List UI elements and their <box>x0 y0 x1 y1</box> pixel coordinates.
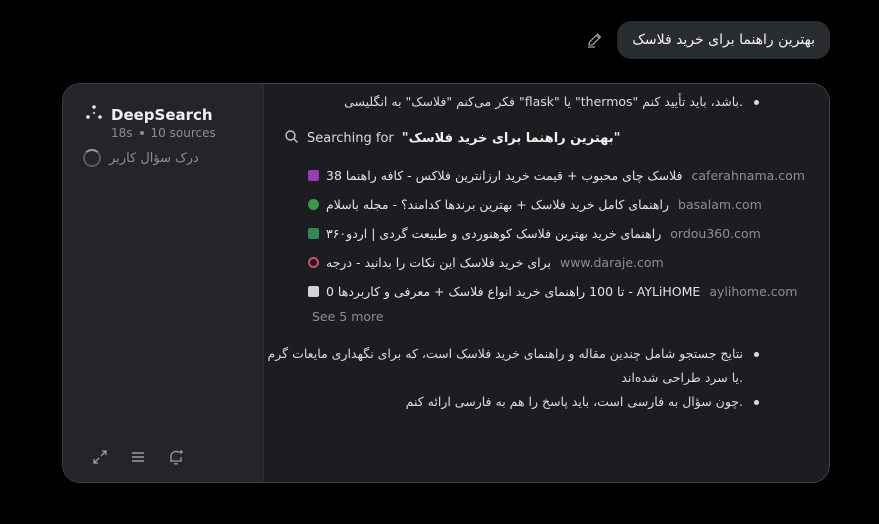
site-favicon-icon <box>308 199 319 210</box>
thinking-bullet-1: .باشد، باید تأیید کنم "thermos" یا "flas… <box>344 90 759 114</box>
expand-icon[interactable] <box>91 448 109 466</box>
user-message-bubble: بهترین راهنما برای خرید فلاسک <box>617 21 830 59</box>
result-domain: ordou360.com <box>670 226 761 241</box>
sidebar-actions <box>91 448 185 466</box>
status-text: درک سؤال کاربر <box>109 150 199 166</box>
status-row: درک سؤال کاربر <box>83 149 199 167</box>
result-title: AYLiHOME - تا 100 راهنمای خرید انواع فلا… <box>326 284 701 299</box>
site-favicon-icon <box>308 228 319 239</box>
deepsearch-content: .باشد، باید تأیید کنم "thermos" یا "flas… <box>264 84 829 482</box>
deepsearch-header: DeepSearch <box>85 104 213 126</box>
thinking-bullet-2: نتایج جستجو شامل چندین مقاله و راهنمای خ… <box>268 342 760 366</box>
search-prefix: Searching for <box>307 131 394 146</box>
search-result[interactable]: AYLiHOME - تا 100 راهنمای خرید انواع فلا… <box>308 277 805 306</box>
result-domain: www.daraje.com <box>559 255 664 270</box>
result-title: راهنمای کامل خرید فلاسک + بهترین برندها … <box>326 197 670 212</box>
list-icon[interactable] <box>129 448 147 466</box>
pencil-icon[interactable] <box>585 30 605 50</box>
site-favicon-icon <box>308 257 319 268</box>
meta-separator <box>139 131 144 135</box>
search-query: "بهترین راهنما برای خرید فلاسک" <box>401 131 621 146</box>
elapsed-time: 18s <box>111 126 133 140</box>
result-title: فلاسک چای محبوب + قیمت خرید ارزانترین فل… <box>326 168 683 183</box>
thinking-bullet-2-cont: .یا سرد طراحی شده‌اند <box>621 370 743 385</box>
deepsearch-dots-icon <box>85 104 103 126</box>
result-domain: caferahnama.com <box>691 168 805 183</box>
source-count: 10 sources <box>150 126 216 140</box>
search-icon <box>284 129 299 148</box>
deepsearch-sidebar: DeepSearch 18s 10 sources درک سؤال کاربر <box>63 84 264 482</box>
search-result[interactable]: فلاسک چای محبوب + قیمت خرید ارزانترین فل… <box>308 161 805 190</box>
loading-spinner-icon <box>83 149 101 167</box>
search-result[interactable]: راهنمای کامل خرید فلاسک + بهترین برندها … <box>308 190 805 219</box>
see-more-link[interactable]: See 5 more <box>312 309 384 324</box>
deepsearch-title: DeepSearch <box>111 106 213 124</box>
user-message-row: بهترین راهنما برای خرید فلاسک <box>585 21 830 59</box>
bell-add-icon[interactable] <box>167 448 185 466</box>
search-line: Searching for "بهترین راهنما برای خرید ف… <box>284 129 620 148</box>
thinking-bullet-3: .چون سؤال به فارسی است، باید پاسخ را هم … <box>406 390 760 414</box>
search-results: فلاسک چای محبوب + قیمت خرید ارزانترین فل… <box>308 161 805 306</box>
search-result[interactable]: راهنمای خرید بهترین فلاسک کوهنوردی و طبی… <box>308 219 805 248</box>
result-title: راهنمای خرید بهترین فلاسک کوهنوردی و طبی… <box>326 226 662 241</box>
deepsearch-meta: 18s 10 sources <box>111 126 216 140</box>
site-favicon-icon <box>308 170 319 181</box>
search-result[interactable]: برای خرید فلاسک این نکات را بدانید - درج… <box>308 248 805 277</box>
deepsearch-panel: DeepSearch 18s 10 sources درک سؤال کاربر… <box>62 83 830 483</box>
result-domain: aylihome.com <box>709 284 798 299</box>
result-title: برای خرید فلاسک این نکات را بدانید - درج… <box>326 255 551 270</box>
site-favicon-icon <box>308 286 319 297</box>
result-domain: basalam.com <box>678 197 762 212</box>
